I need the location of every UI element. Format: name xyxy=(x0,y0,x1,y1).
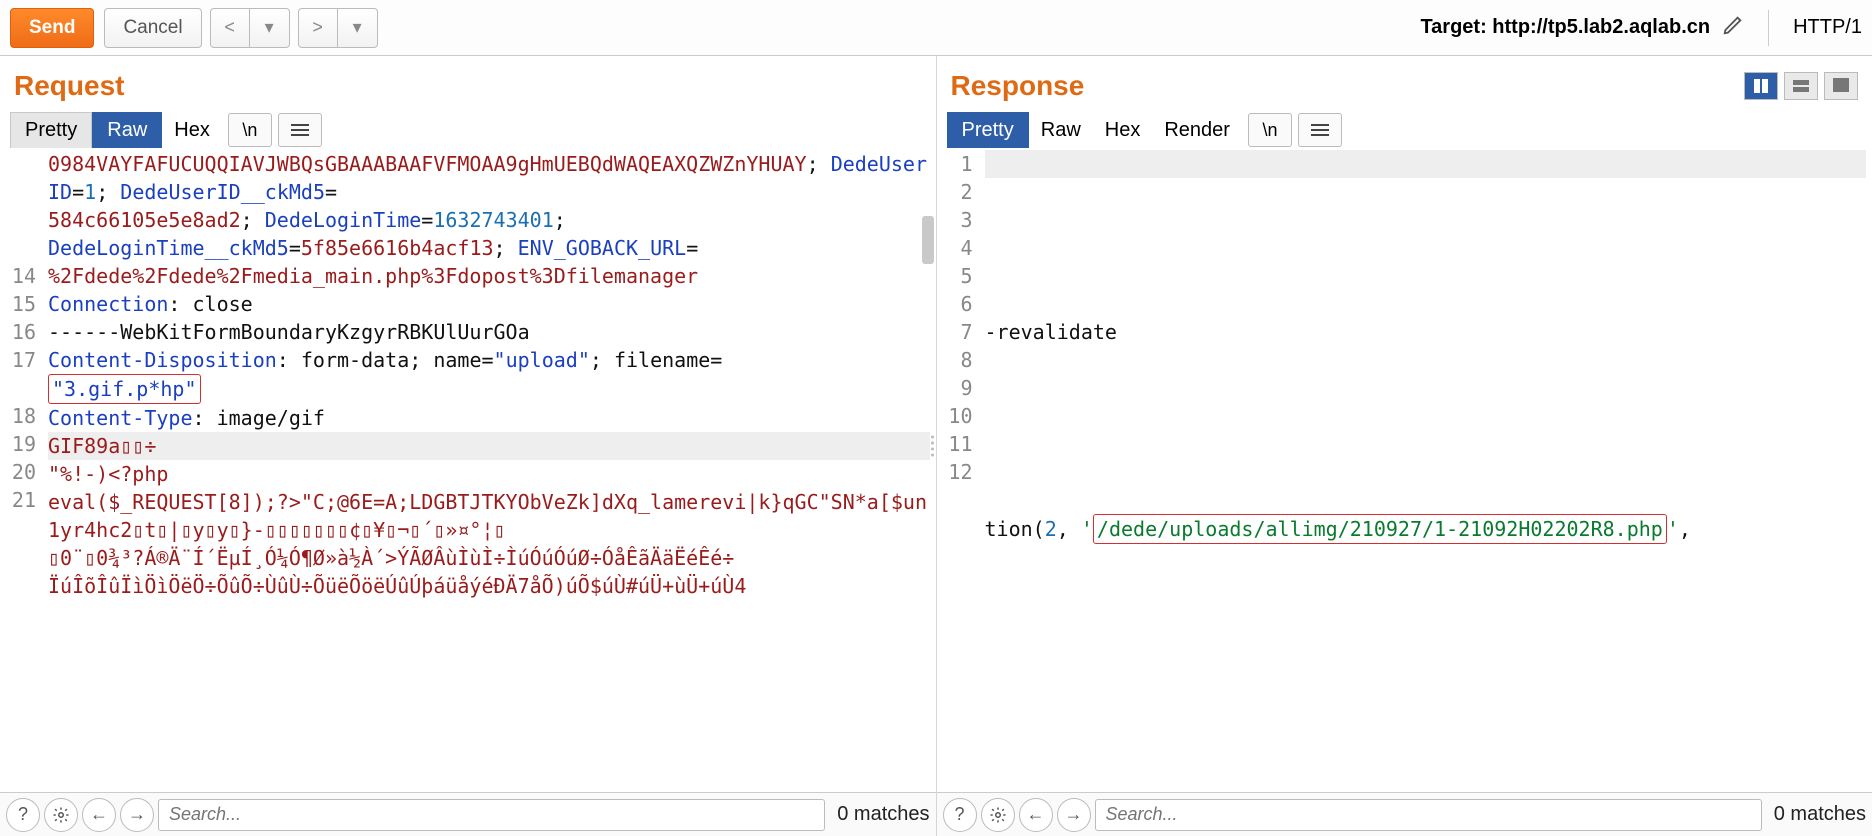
history-forward-group: > ▾ xyxy=(298,8,378,48)
response-match-count: 0 matches xyxy=(1774,803,1866,826)
help-icon[interactable]: ? xyxy=(943,798,977,832)
response-pane: Response Pretty Raw Hex Render \n 123456… xyxy=(937,56,1872,836)
request-code[interactable]: 0984VAYFAFUCUQQIAVJWBQsGBAAABAAFVFMOAA9g… xyxy=(42,148,936,792)
response-gutter: 123456789101112 xyxy=(937,148,979,792)
request-title: Request xyxy=(14,70,124,102)
actions-menu-button[interactable] xyxy=(278,113,322,147)
history-back-button[interactable]: < xyxy=(210,8,250,48)
search-next-button[interactable]: → xyxy=(1057,798,1091,832)
layout-columns-button[interactable] xyxy=(1744,72,1778,100)
pane-resize-handle[interactable] xyxy=(931,436,934,457)
tab-hex[interactable]: Hex xyxy=(162,113,222,148)
request-gutter: 14151617 18192021 xyxy=(0,148,42,792)
top-toolbar: Send Cancel < ▾ > ▾ Target: http://tp5.l… xyxy=(0,0,1872,56)
response-searchbar: ? ← → 0 matches xyxy=(937,792,1872,836)
target-label: Target: xyxy=(1420,16,1492,38)
request-match-count: 0 matches xyxy=(837,803,929,826)
response-title: Response xyxy=(951,70,1085,102)
layout-single-button[interactable] xyxy=(1824,72,1858,100)
history-back-menu[interactable]: ▾ xyxy=(250,8,290,48)
edit-target-icon[interactable] xyxy=(1722,14,1744,42)
layout-rows-button[interactable] xyxy=(1784,72,1818,100)
history-back-group: < ▾ xyxy=(210,8,290,48)
search-prev-button[interactable]: ← xyxy=(82,798,116,832)
scrollbar-thumb[interactable] xyxy=(922,216,934,264)
tab-pretty[interactable]: Pretty xyxy=(10,112,92,148)
request-tabs: Pretty Raw Hex \n xyxy=(0,106,936,148)
split-view: Request Pretty Raw Hex \n 14151617 18192… xyxy=(0,56,1872,836)
response-tabs: Pretty Raw Hex Render \n xyxy=(937,106,1872,148)
hamburger-icon xyxy=(1311,124,1329,136)
separator xyxy=(1768,10,1769,46)
tab-render[interactable]: Render xyxy=(1152,113,1242,148)
help-icon[interactable]: ? xyxy=(6,798,40,832)
request-pane: Request Pretty Raw Hex \n 14151617 18192… xyxy=(0,56,937,836)
actions-menu-button[interactable] xyxy=(1298,113,1342,147)
tab-hex[interactable]: Hex xyxy=(1093,113,1153,148)
tab-raw[interactable]: Raw xyxy=(92,112,162,148)
target-display: Target: http://tp5.lab2.aqlab.cn HTTP/1 xyxy=(1420,10,1862,46)
protocol-label: HTTP/1 xyxy=(1793,16,1862,39)
response-editor[interactable]: 123456789101112 -revalidate tion(2, '/de… xyxy=(937,148,1872,792)
response-code[interactable]: -revalidate tion(2, '/dede/uploads/allim… xyxy=(979,148,1872,792)
tab-pretty[interactable]: Pretty xyxy=(947,112,1029,148)
request-editor[interactable]: 14151617 18192021 0984VAYFAFUCUQQIAVJWBQ… xyxy=(0,148,936,792)
search-next-button[interactable]: → xyxy=(120,798,154,832)
send-button[interactable]: Send xyxy=(10,8,94,48)
history-forward-menu[interactable]: ▾ xyxy=(338,8,378,48)
request-search-input[interactable] xyxy=(158,799,825,831)
target-url: http://tp5.lab2.aqlab.cn xyxy=(1492,16,1710,38)
request-searchbar: ? ← → 0 matches xyxy=(0,792,936,836)
layout-buttons xyxy=(1744,72,1858,100)
tab-raw[interactable]: Raw xyxy=(1029,113,1093,148)
settings-icon[interactable] xyxy=(981,798,1015,832)
settings-icon[interactable] xyxy=(44,798,78,832)
newline-toggle[interactable]: \n xyxy=(228,113,272,147)
newline-toggle[interactable]: \n xyxy=(1248,113,1292,147)
cancel-button[interactable]: Cancel xyxy=(104,8,201,48)
response-search-input[interactable] xyxy=(1095,799,1762,831)
history-forward-button[interactable]: > xyxy=(298,8,338,48)
search-prev-button[interactable]: ← xyxy=(1019,798,1053,832)
hamburger-icon xyxy=(291,124,309,136)
